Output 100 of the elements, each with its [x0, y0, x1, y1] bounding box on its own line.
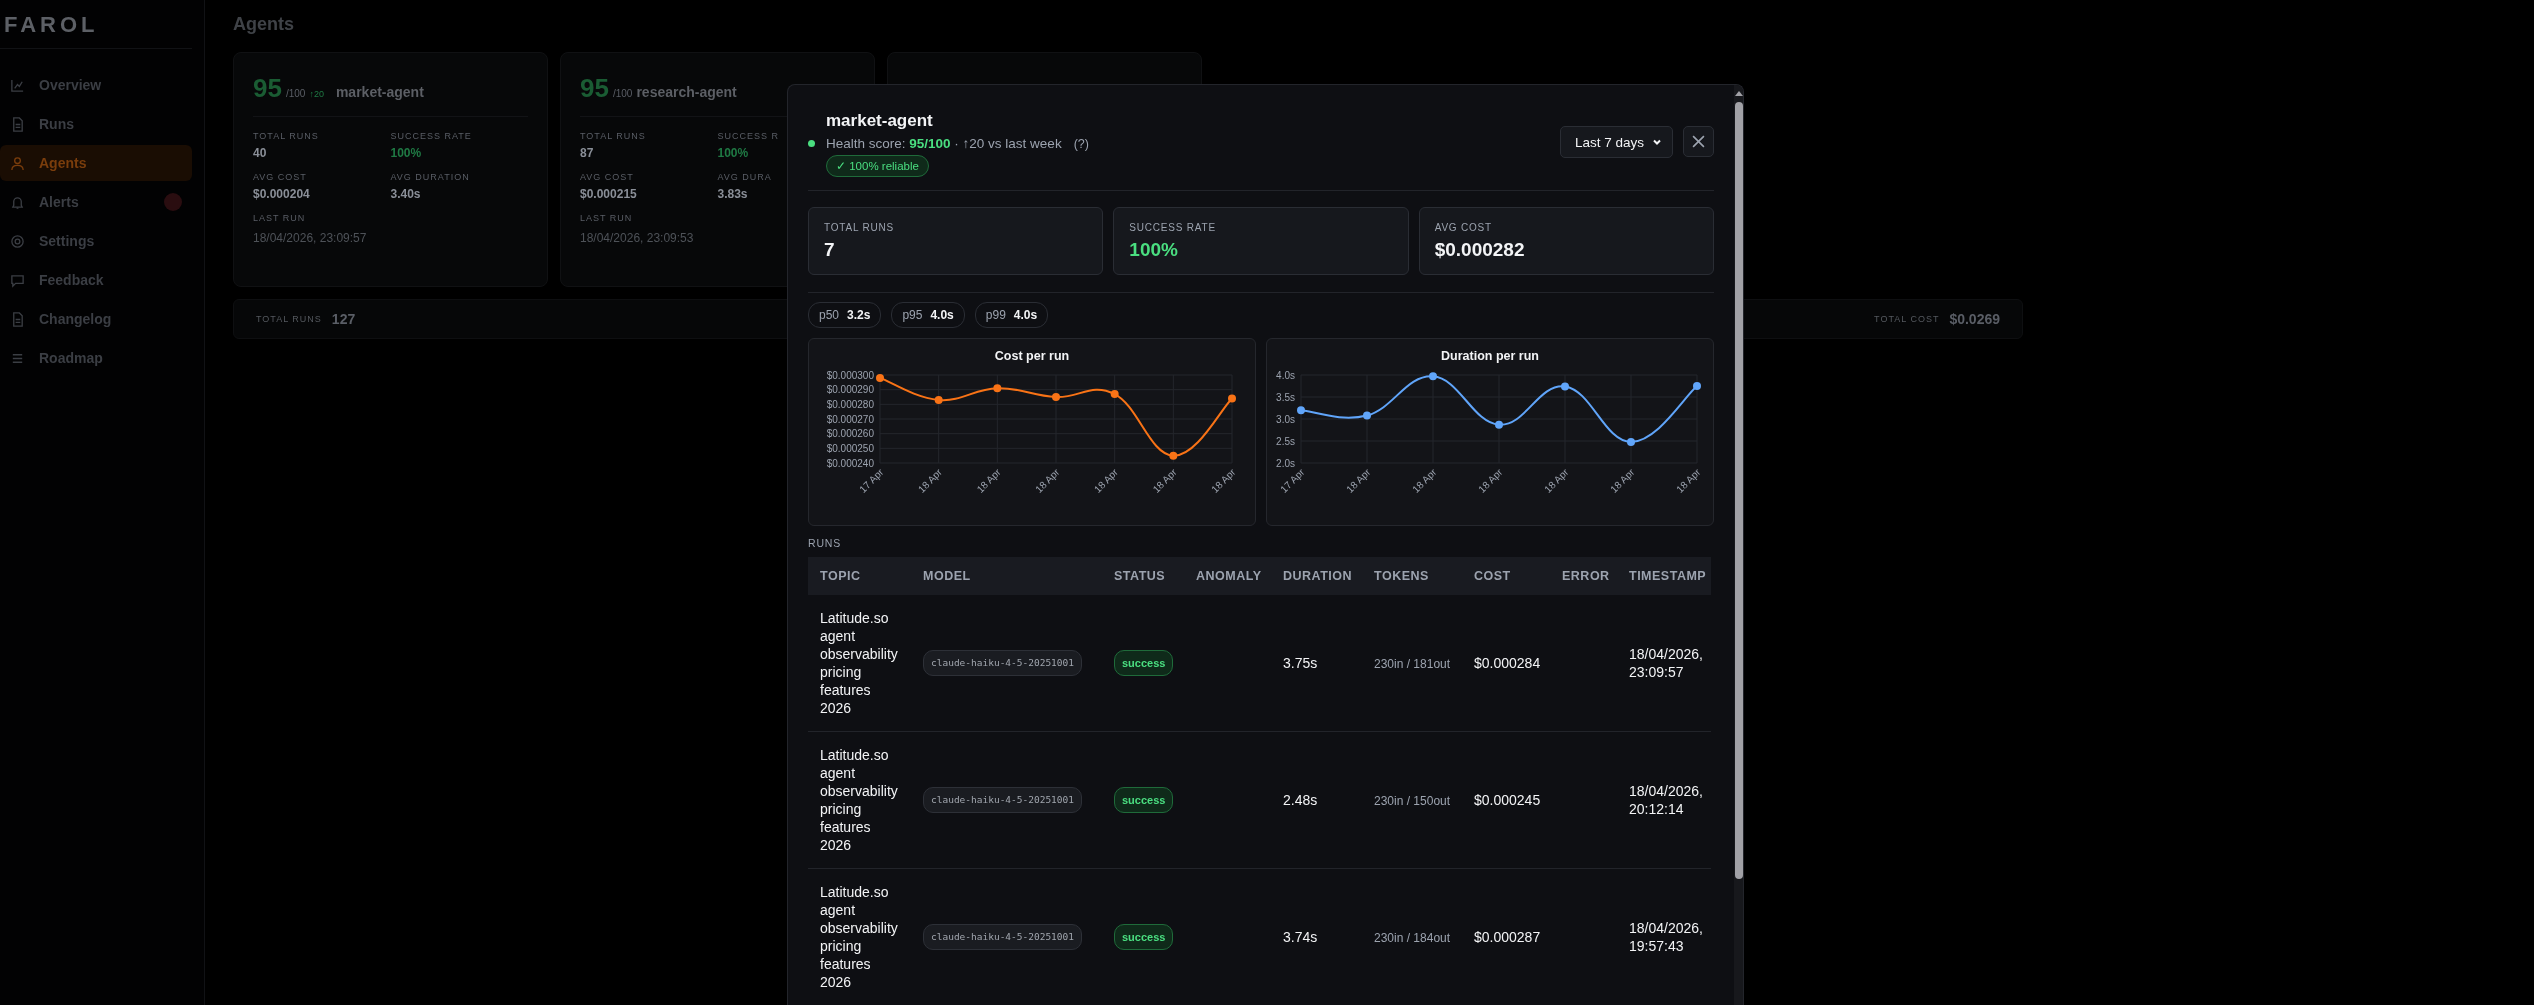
- percentile-value: 4.0s: [1013, 308, 1038, 322]
- axis-tick-label: $0.000280: [826, 398, 874, 410]
- column-header: TOKENS: [1362, 557, 1462, 595]
- nav-label: Agents: [39, 155, 87, 171]
- column-header: ERROR: [1550, 557, 1617, 595]
- scrollbar[interactable]: [1734, 85, 1743, 1005]
- agent-card[interactable]: 95/100 ↑20 market-agent TOTAL RUNS 40 SUCCESS RATE 100% AVG COST $0.000204 AVG DURATION 3.40s LAST RUN 18/04/2026, 23:09:57: [233, 52, 548, 287]
- axis-tick-label: 18 Apr: [1674, 466, 1703, 495]
- timestamp-cell: 18/04/2026, 19:57:43: [1617, 868, 1711, 1005]
- stat-value: 100%: [1129, 239, 1179, 261]
- nav-item[interactable]: Runs: [0, 106, 192, 142]
- percentile-label: p95: [902, 308, 923, 322]
- point: [1429, 372, 1437, 381]
- chevron-down-icon: [1652, 137, 1662, 147]
- agent-name: market-agent: [335, 84, 424, 100]
- agent-name: research-agent: [636, 84, 737, 100]
- chat-icon: [10, 272, 25, 288]
- cost-cell: $0.000284: [1474, 655, 1541, 671]
- axis-tick-label: 3.5s: [1276, 391, 1295, 403]
- metric-label: AVG COST: [253, 172, 308, 182]
- nav-item[interactable]: Overview: [0, 67, 192, 103]
- metric-label: SUCCESS RATE: [390, 131, 473, 141]
- point: [1363, 411, 1371, 420]
- close-button[interactable]: [1683, 126, 1714, 157]
- last-run-time: 18/04/2026, 23:09:57: [253, 231, 367, 245]
- point: [993, 384, 1002, 393]
- range-select[interactable]: Last 7 days: [1559, 126, 1673, 158]
- column-header: MODEL: [911, 557, 1102, 595]
- metric-value: 100%: [390, 146, 423, 160]
- chart-icon: [10, 77, 25, 93]
- nav-label: Feedback: [39, 272, 104, 288]
- total-value: 127: [331, 311, 356, 327]
- axis-tick-label: $0.000270: [826, 413, 874, 425]
- axis-tick-label: 18 Apr: [1209, 466, 1238, 495]
- point: [934, 395, 943, 404]
- topic-cell: Latitude.so agent observability pricing features 2026: [808, 868, 911, 1005]
- axis-tick-label: 2.0s: [1276, 457, 1295, 469]
- axis-tick-label: 18 Apr: [1476, 466, 1505, 495]
- point: [1561, 382, 1569, 391]
- timestamp-cell: 18/04/2026, 23:09:57: [1617, 595, 1711, 732]
- nav-item[interactable]: Settings: [0, 223, 192, 259]
- topic-cell: Latitude.so agent observability pricing features 2026: [808, 595, 911, 732]
- axis-tick-label: 18 Apr: [1033, 466, 1062, 495]
- bell-icon: [10, 194, 25, 210]
- stat-label: SUCCESS RATE: [1129, 222, 1217, 233]
- nav-item[interactable]: Agents: [0, 145, 192, 181]
- axis-tick-label: 18 Apr: [1608, 466, 1637, 495]
- stat-value: 7: [824, 239, 836, 261]
- point: [1169, 451, 1178, 460]
- axis-tick-label: 17 Apr: [857, 466, 886, 495]
- metric-value: 3.83s: [717, 187, 749, 201]
- health-score: 95: [253, 73, 282, 104]
- document-icon: [10, 311, 25, 327]
- percentile-value: 3.2s: [847, 308, 871, 322]
- axis-tick-label: 18 Apr: [1091, 466, 1121, 495]
- stat-label: AVG COST: [1434, 222, 1493, 233]
- score-max: /100: [285, 88, 306, 99]
- nav-item[interactable]: Roadmap: [0, 340, 192, 376]
- tokens-cell: 230in / 181out: [1374, 656, 1451, 671]
- percentile-label: p99: [985, 308, 1006, 322]
- metric-label: LAST RUN: [580, 213, 634, 223]
- axis-tick-label: 18 Apr: [1344, 466, 1373, 495]
- close-icon: [1692, 135, 1705, 148]
- settings-icon: [10, 233, 25, 249]
- duration-cell: 2.48s: [1271, 731, 1362, 869]
- person-icon: [10, 155, 25, 171]
- help-link[interactable]: (?): [1073, 136, 1089, 151]
- chart-title: Cost per run: [994, 349, 1070, 363]
- column-header: TIMESTAMP: [1617, 557, 1711, 595]
- axis-tick-label: 18 Apr: [1542, 466, 1571, 495]
- axis-tick-label: 18 Apr: [1150, 466, 1179, 495]
- metric-value: $0.000204: [253, 187, 311, 201]
- axis-tick-label: $0.000240: [826, 457, 874, 469]
- score-max: /100: [612, 88, 633, 99]
- column-header: STATUS: [1102, 557, 1184, 595]
- last-run-time: 18/04/2026, 23:09:53: [580, 231, 694, 245]
- page-title: Agents: [233, 14, 295, 35]
- nav-item[interactable]: Alerts: [0, 184, 192, 220]
- metric-label: AVG DURATION: [390, 172, 471, 182]
- document-icon: [10, 116, 25, 132]
- health-score: 95: [580, 73, 609, 104]
- axis-tick-label: $0.000250: [826, 442, 874, 454]
- nav-item[interactable]: Changelog: [0, 301, 192, 337]
- nav-label: Runs: [39, 116, 74, 132]
- nav-label: Overview: [39, 77, 102, 93]
- axis-tick-label: 17 Apr: [1278, 466, 1307, 495]
- axis-tick-label: 18 Apr: [974, 466, 1003, 495]
- axis-tick-label: $0.000290: [826, 384, 874, 396]
- nav-item[interactable]: Feedback: [0, 262, 192, 298]
- model-tag: claude-haiku-4-5-20251001: [923, 924, 1082, 950]
- point: [1693, 382, 1701, 390]
- section-label: RUNS: [808, 537, 842, 549]
- axis-tick-label: $0.000260: [826, 428, 874, 440]
- total-label: TOTAL COST: [1874, 314, 1940, 324]
- timestamp-cell: 18/04/2026, 20:12:14: [1617, 731, 1711, 869]
- percentile-label: p50: [819, 308, 840, 322]
- axis-tick-label: 3.0s: [1276, 413, 1295, 425]
- status-dot: [808, 140, 815, 147]
- nav-label: Roadmap: [39, 350, 103, 366]
- metric-label: LAST RUN: [253, 213, 307, 223]
